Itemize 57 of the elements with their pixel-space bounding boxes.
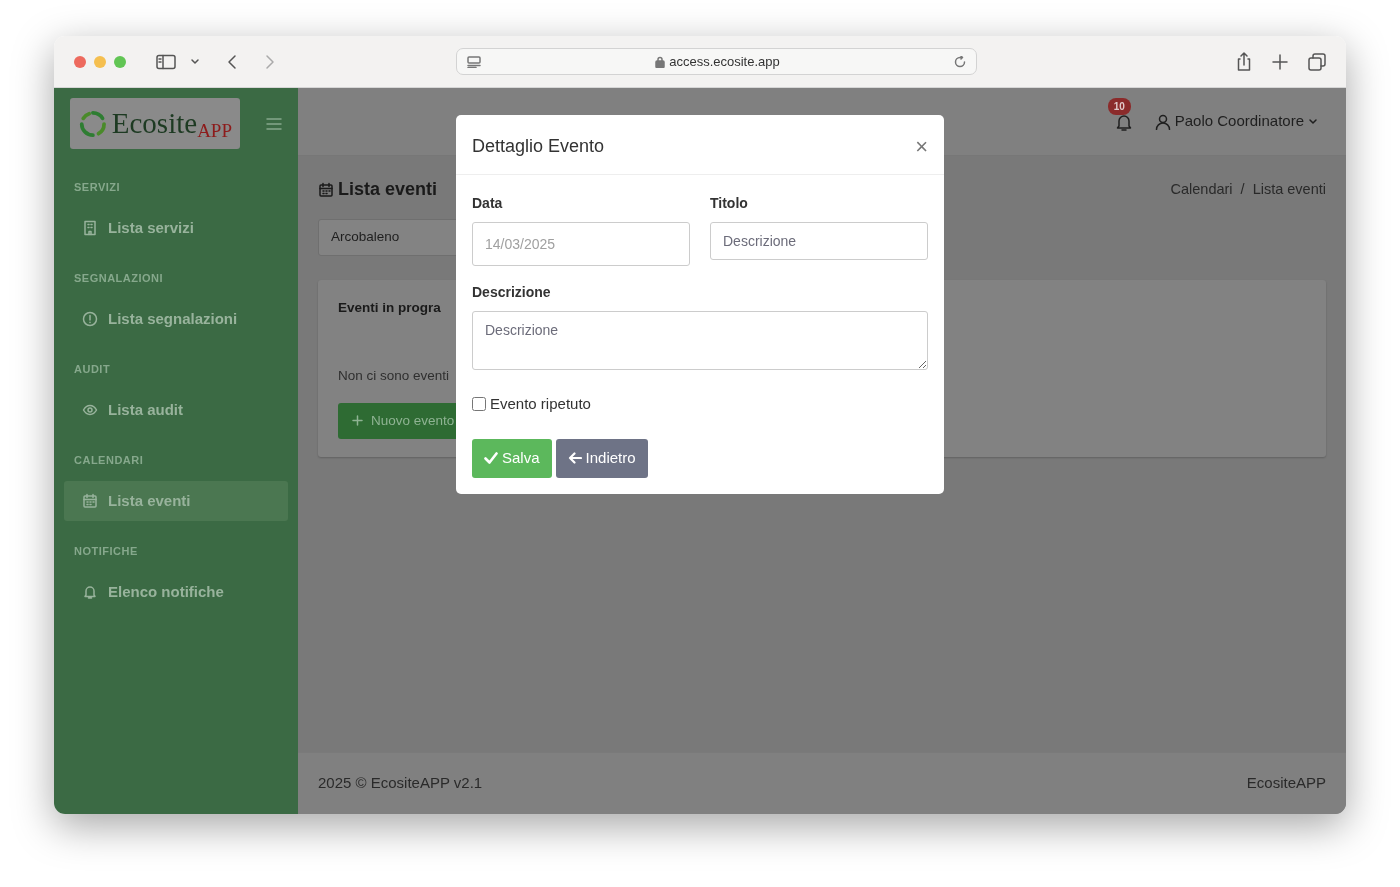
sidebar-toggle-icon[interactable]	[156, 53, 176, 70]
checkbox-label: Evento ripetuto	[490, 393, 591, 414]
section-heading: AUDIT	[73, 362, 112, 377]
back-button[interactable]: Indietro	[555, 439, 648, 478]
footer-brand: EcositeAPP	[1246, 773, 1326, 794]
footer-text: 2025 © EcositeAPP v2.1	[318, 773, 483, 794]
field-label: Titolo	[710, 194, 749, 213]
calendar-icon	[318, 181, 334, 198]
date-field[interactable]: 14/03/2025	[472, 222, 690, 266]
section-heading: NOTIFICHE	[73, 544, 139, 559]
alert-icon	[82, 310, 98, 327]
sidebar-item[interactable]: Lista eventi	[64, 480, 288, 521]
url-text: access.ecosite.app	[669, 52, 780, 71]
field-label: Data	[472, 194, 504, 213]
chevron-down-icon[interactable]	[190, 57, 200, 66]
bell-icon	[82, 583, 98, 600]
chevron-down-icon	[1308, 117, 1318, 126]
section-heading: SEGNALAZIONI	[73, 271, 165, 286]
empty-message: Non ci sono eventi	[338, 367, 451, 386]
sidebar-item[interactable]: Lista audit	[64, 389, 288, 430]
sidebar-item[interactable]: Lista servizi	[64, 207, 288, 248]
share-icon[interactable]	[1236, 51, 1252, 72]
page-title: Lista eventi	[338, 178, 438, 201]
title-field[interactable]: Descrizione	[710, 222, 928, 260]
bell-icon[interactable]	[1114, 113, 1133, 132]
tabs-icon[interactable]	[1308, 52, 1326, 71]
section-heading: CALENDARI	[73, 453, 145, 468]
logo-subtext: APP	[197, 118, 232, 143]
lock-icon	[655, 55, 666, 68]
page-icon	[467, 55, 481, 68]
sidebar-item[interactable]: Elenco notifiche	[64, 571, 288, 612]
notification-count: 10	[1107, 98, 1131, 116]
back-icon[interactable]	[226, 53, 238, 70]
plus-icon	[352, 415, 363, 427]
section-heading: SERVIZI	[73, 180, 122, 195]
breadcrumb-link[interactable]: Calendari	[1170, 178, 1233, 201]
close-button[interactable]: ×	[915, 135, 928, 158]
building-icon	[82, 219, 98, 236]
logo-text: Ecosite	[111, 109, 198, 138]
user-icon	[1154, 113, 1171, 130]
save-button[interactable]: Salva	[472, 439, 552, 478]
sidebar-item[interactable]: Lista segnalazioni	[64, 298, 288, 339]
card-title: Eventi in progra	[338, 299, 442, 317]
arrow-left-icon	[567, 452, 582, 465]
field-label: Descrizione	[472, 283, 552, 302]
breadcrumb-current: Lista eventi	[1252, 179, 1326, 199]
calendar-icon	[82, 492, 98, 509]
window-control-button[interactable]	[74, 55, 86, 68]
description-field[interactable]: Descrizione	[472, 311, 928, 370]
reload-icon[interactable]	[954, 55, 966, 68]
address-bar[interactable]: access.ecosite.app	[456, 48, 977, 75]
user-menu[interactable]: Paolo Coordinatore	[1154, 110, 1318, 133]
modal-title: Dettaglio Evento	[472, 135, 605, 158]
breadcrumb-separator: /	[1240, 179, 1245, 199]
repeat-checkbox[interactable]	[472, 396, 486, 411]
plus-icon[interactable]	[1272, 53, 1288, 70]
check-icon	[484, 452, 498, 465]
